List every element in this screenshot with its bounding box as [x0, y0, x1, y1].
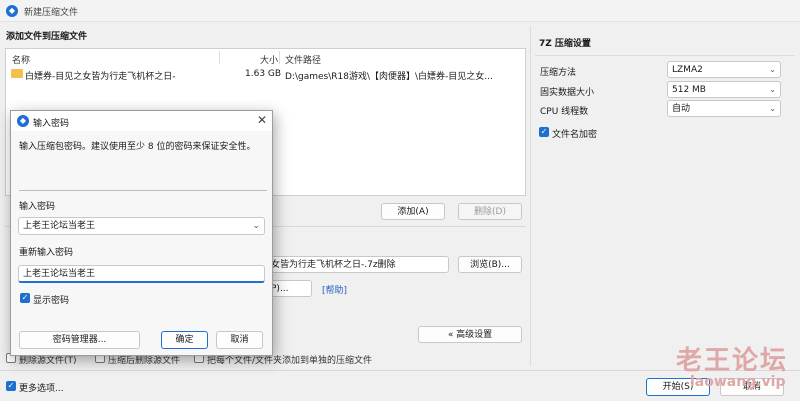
threads-value: 自动	[672, 104, 691, 114]
app-icon: ◆	[17, 115, 29, 127]
threads-select[interactable]: 自动 ⌄	[667, 100, 781, 117]
confirm-label: 重新输入密码	[19, 248, 74, 258]
dict-value: 512 MB	[672, 85, 706, 95]
archive-filename-field[interactable]: 女皆为行走飞机杯之日-.7z删除	[266, 256, 449, 273]
confirm-password-input[interactable]: 上老王论坛当老王	[18, 265, 265, 283]
seven-z-divider	[535, 55, 795, 56]
chevron-down-icon: ⌄	[769, 104, 776, 113]
dialog-title-bar: ◆ 输入密码 ✕	[11, 111, 272, 131]
close-icon[interactable]: ✕	[257, 113, 267, 127]
seven-z-title: 7Z 压缩设置	[539, 39, 591, 49]
password-dialog: ◆ 输入密码 ✕ 输入压缩包密码。建议使用至少 8 位的密码来保证安全性。 输入…	[10, 110, 273, 356]
column-divider	[219, 51, 220, 64]
app-icon: ◆	[6, 5, 18, 17]
window-title: 新建压缩文件	[24, 8, 79, 18]
chevron-down-icon[interactable]: ⌄	[252, 218, 260, 234]
more-options-checkbox[interactable]: ✓	[6, 381, 16, 391]
row-size: 1.63 GB	[245, 69, 282, 79]
row-name: 白嫖券-目见之女皆为行走飞机杯之日-	[25, 72, 176, 82]
column-path[interactable]: 文件路径	[285, 53, 321, 66]
dialog-title: 输入密码	[33, 119, 70, 129]
encrypt-names-label: 文件名加密	[552, 130, 598, 140]
method-value: LZMA2	[672, 65, 703, 75]
panel-separator	[530, 26, 531, 366]
column-divider	[279, 51, 280, 64]
dict-select[interactable]: 512 MB ⌄	[667, 81, 781, 98]
add-button[interactable]: 添加(A)	[381, 203, 445, 220]
browse-button[interactable]: 浏览(B)...	[458, 256, 522, 273]
method-select[interactable]: LZMA2 ⌄	[667, 61, 781, 78]
show-password-checkbox[interactable]: ✓	[20, 293, 30, 303]
show-password-label: 显示密码	[33, 296, 70, 306]
chevron-down-icon: ⌄	[769, 85, 776, 94]
help-link[interactable]: [帮助]	[322, 283, 347, 296]
table-row[interactable]: 白嫖券-目见之女皆为行走飞机杯之日- 1.63 GB D:\games\R18游…	[7, 67, 526, 82]
encrypt-names-checkbox[interactable]: ✓	[539, 127, 549, 137]
more-options-label: 更多选项...	[19, 384, 64, 394]
dialog-description: 输入压缩包密码。建议使用至少 8 位的密码来保证安全性。	[19, 142, 256, 152]
advanced-settings-button[interactable]: « 高级设置	[418, 326, 522, 343]
dialog-cancel-button[interactable]: 取消	[216, 331, 263, 349]
threads-label: CPU 线程数	[540, 107, 589, 117]
column-size[interactable]: 大小	[260, 53, 278, 66]
folder-icon	[11, 69, 23, 78]
method-label: 压缩方法	[540, 68, 577, 78]
chevron-down-icon: ⌄	[769, 65, 776, 74]
dict-label: 固实数据大小	[540, 88, 595, 98]
watermark-text: 老王论坛	[676, 346, 789, 376]
row-path: D:\games\R18游戏\【肉便器】\白嫖券-目见之女...	[285, 72, 493, 82]
password-label: 输入密码	[19, 202, 56, 212]
password-manager-button[interactable]: 密码管理器...	[19, 331, 140, 349]
remove-button[interactable]: 删除(D)	[458, 203, 522, 220]
watermark-url: laowang.vip	[690, 374, 786, 390]
ok-button[interactable]: 确定	[161, 331, 208, 349]
dialog-divider	[19, 190, 267, 191]
password-input[interactable]: 上老王论坛当老王 ⌄	[18, 217, 265, 235]
files-section-title: 添加文件到压缩文件	[6, 32, 88, 42]
password-value: 上老王论坛当老王	[23, 221, 96, 231]
column-name[interactable]: 名称	[12, 53, 30, 66]
title-bar: ◆ 新建压缩文件	[0, 0, 800, 22]
